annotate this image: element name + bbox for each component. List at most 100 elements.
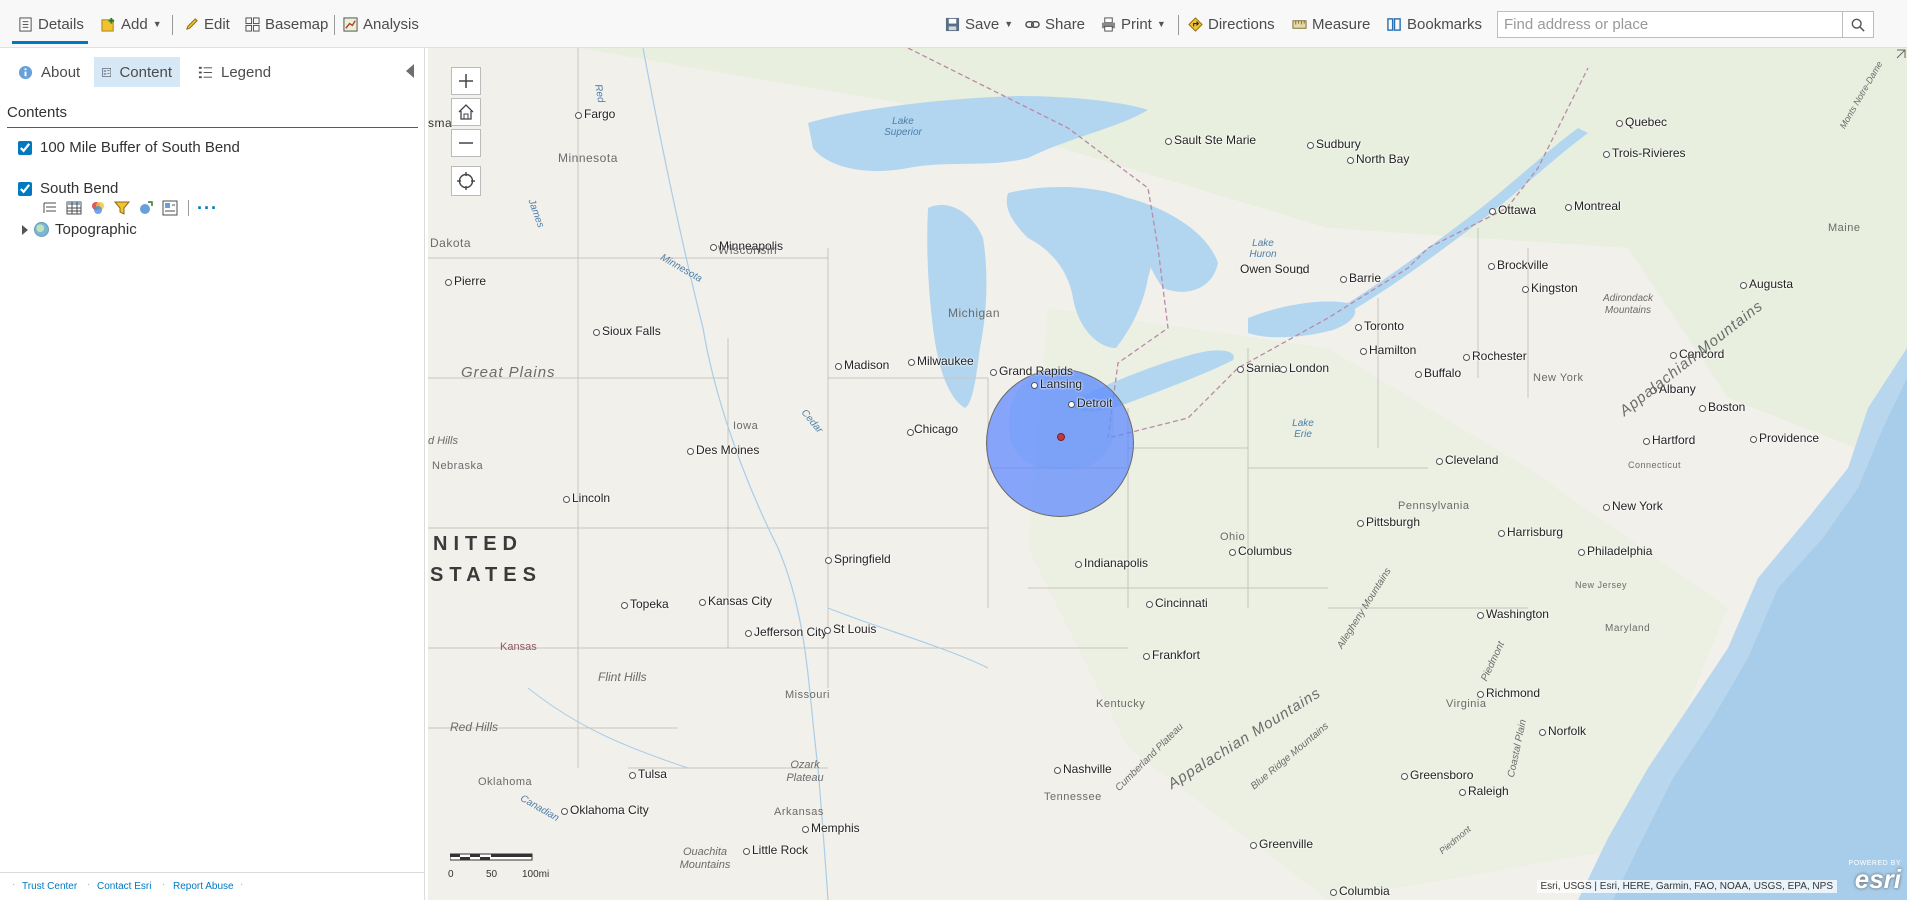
city-label: Pittsburgh [1366, 515, 1421, 529]
state-label: Minnesota [558, 151, 618, 165]
details-button[interactable]: Details [18, 12, 84, 36]
city-label: Fargo [584, 107, 616, 121]
city-dot [1165, 138, 1172, 145]
lake-superior-label: Lake Superior [884, 116, 922, 138]
city-label: Boston [1708, 400, 1746, 414]
city-label: Springfield [834, 552, 891, 566]
city-dot [1355, 324, 1362, 331]
scale-label: 100mi [522, 869, 550, 880]
city-dot [1670, 352, 1677, 359]
home-icon [458, 104, 474, 120]
share-label: Share [1045, 15, 1086, 33]
city-label: Trois-Rivieres [1612, 146, 1686, 160]
city-label: New York [1612, 499, 1663, 513]
more-options-icon[interactable]: ··· [197, 199, 218, 217]
city-dot [1463, 354, 1470, 361]
tab-content[interactable]: Content [94, 57, 180, 87]
region-label: Ouachita Mountains [679, 846, 731, 871]
city-label: Frankfort [1152, 648, 1201, 662]
details-icon [19, 16, 32, 32]
search-input[interactable] [1498, 12, 1850, 37]
expand-corner-icon[interactable] [1893, 48, 1907, 62]
tab-about[interactable]: About [10, 57, 88, 87]
city-label: Oklahoma City [570, 803, 649, 817]
filter-icon[interactable] [114, 200, 130, 216]
zoom-in-button[interactable] [451, 67, 481, 95]
state-label: New Jersey [1575, 580, 1628, 590]
map-attribution[interactable]: Esri, USGS | Esri, HERE, Garmin, FAO, NO… [1536, 880, 1837, 893]
city-dot [1522, 286, 1529, 293]
save-button[interactable]: Save ▼ [945, 12, 1013, 36]
city-dot [1347, 157, 1354, 164]
layer-item-south-bend[interactable]: South Bend [18, 180, 118, 197]
city-label: Columbia [1339, 884, 1390, 898]
city-label: Tulsa [638, 767, 667, 781]
tab-legend[interactable]: Legend [190, 57, 279, 87]
city-label: Greenville [1259, 837, 1314, 851]
collapse-panel-icon[interactable] [406, 64, 414, 78]
state-label: Ohio [1220, 531, 1246, 543]
change-style-icon[interactable] [90, 200, 106, 216]
tab-about-label: About [41, 63, 81, 81]
bookmark-icon [1387, 17, 1401, 31]
city-label: Toronto [1364, 319, 1405, 333]
analysis-tool-icon[interactable] [138, 200, 154, 216]
basemap-layer-item[interactable]: Topographic [22, 221, 137, 238]
link-report-abuse[interactable]: Report Abuse [173, 881, 234, 892]
link-trust-center[interactable]: Trust Center [22, 881, 77, 892]
measure-button[interactable]: Measure [1292, 12, 1370, 36]
layer-name[interactable]: South Bend [40, 180, 118, 197]
expand-arrow-icon[interactable] [22, 224, 28, 235]
south-bend-point[interactable] [1057, 433, 1065, 441]
print-button[interactable]: Print ▼ [1101, 12, 1166, 36]
edit-button[interactable]: Edit [184, 12, 230, 36]
analysis-button[interactable]: Analysis [343, 12, 419, 36]
city-label: Jefferson City [754, 625, 828, 639]
city-dot [1415, 371, 1422, 378]
legend-toggle-icon[interactable] [42, 200, 58, 216]
add-button[interactable]: Add ▼ [101, 12, 162, 36]
bookmarks-button[interactable]: Bookmarks [1387, 12, 1482, 36]
layer-visibility-checkbox[interactable] [18, 140, 32, 155]
city-label: Hartford [1652, 433, 1696, 447]
state-label: Nebraska [432, 460, 484, 472]
toolbar-divider [334, 15, 335, 35]
map-view[interactable]: Fargo Minneapolis Pierre Sioux Falls Madison… [428, 48, 1907, 900]
active-tab-indicator [12, 41, 88, 44]
share-button[interactable]: Share [1025, 12, 1085, 36]
zoom-out-button[interactable] [451, 129, 481, 157]
state-label: Pennsylvania [1398, 500, 1470, 512]
directions-button[interactable]: Directions [1188, 12, 1275, 36]
table-layout-icon[interactable] [162, 200, 178, 216]
minus-icon [459, 142, 473, 144]
layer-name[interactable]: 100 Mile Buffer of South Bend [40, 139, 240, 156]
basemap-button[interactable]: Basemap [245, 12, 328, 36]
layer-item-buffer[interactable]: 100 Mile Buffer of South Bend [18, 139, 240, 156]
basemap-grid-icon [245, 16, 260, 32]
link-contact-esri[interactable]: Contact Esri [97, 881, 151, 892]
city-dot [1360, 348, 1367, 355]
city-label: Lincoln [572, 491, 611, 505]
layer-visibility-checkbox[interactable] [18, 181, 32, 196]
city-dot [1477, 612, 1484, 619]
measure-icon [1292, 19, 1307, 29]
search-button[interactable] [1842, 12, 1873, 37]
attribute-table-icon[interactable] [66, 200, 82, 216]
measure-label: Measure [1312, 15, 1371, 33]
contents-heading: Contents [7, 104, 68, 121]
default-extent-button[interactable] [451, 98, 481, 126]
search-box [1497, 11, 1874, 38]
separator-dot: · [87, 879, 91, 890]
city-label: St Louis [833, 622, 877, 636]
locate-button[interactable] [451, 166, 481, 196]
separator-dot: · [162, 879, 166, 890]
city-dot [825, 557, 832, 564]
city-dot [575, 112, 582, 119]
city-label: Des Moines [696, 443, 760, 457]
esri-wordmark: esri [1854, 864, 1901, 894]
state-label: Kansas [500, 641, 537, 653]
buffer-polygon[interactable] [986, 369, 1134, 517]
divider [7, 127, 418, 128]
city-dot [1307, 142, 1314, 149]
esri-logo[interactable]: POWERED BY esri [1849, 860, 1901, 894]
